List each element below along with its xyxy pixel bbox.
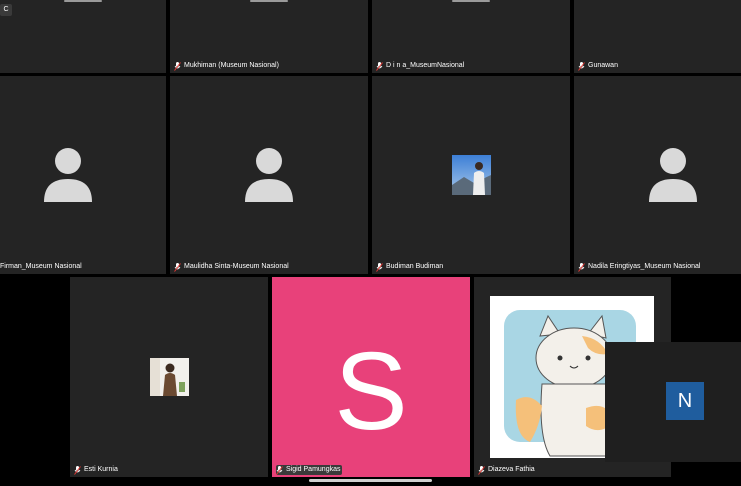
participant-tile[interactable]: Maulidha Sinta-Museum Nasional [170, 76, 368, 274]
participant-tile[interactable]: D i n a_MuseumNasional [372, 0, 570, 73]
mic-muted-icon [376, 262, 383, 272]
participant-name-label: Diazeva Fathia [478, 465, 537, 475]
default-avatar-icon [649, 148, 697, 202]
participant-name-label: Firman_Museum Nasional [0, 262, 84, 272]
participant-tile[interactable]: C [0, 0, 166, 73]
participant-name: Sigid Pamungkas [286, 466, 341, 473]
default-avatar-icon [44, 148, 92, 202]
participant-name-label: Maulidha Sinta-Museum Nasional [174, 262, 291, 272]
default-avatar-icon [245, 148, 293, 202]
profile-photo [452, 155, 491, 195]
participant-tile[interactable]: Firman_Museum Nasional [0, 76, 166, 274]
participant-tile[interactable]: Gunawan [574, 0, 741, 73]
self-avatar-initial: N [677, 390, 693, 412]
participant-name-label: Gunawan [578, 61, 620, 71]
participant-name-label: Budiman Budiman [376, 262, 445, 272]
participant-name-label: Mukhiman (Museum Nasional) [174, 61, 281, 71]
participant-name: Esti Kurnia [84, 466, 118, 473]
participant-tile[interactable]: Nadila Eringtiyas_Museum Nasional [574, 76, 741, 274]
participant-name-label: D i n a_MuseumNasional [376, 61, 466, 71]
participant-tile[interactable]: S Sigid Pamungkas [272, 277, 470, 477]
participant-name: Gunawan [588, 62, 618, 69]
home-indicator[interactable] [309, 479, 432, 482]
participant-name: Mukhiman (Museum Nasional) [184, 62, 279, 69]
tile-handle [452, 0, 490, 2]
participant-tile[interactable]: Mukhiman (Museum Nasional) [170, 0, 368, 73]
participant-name: Budiman Budiman [386, 263, 444, 270]
mic-muted-icon [174, 61, 181, 71]
tile-handle [250, 0, 288, 2]
participant-name: Diazeva Fathia [488, 466, 535, 473]
participant-name: Maulidha Sinta-Museum Nasional [184, 263, 289, 270]
self-view-tile[interactable]: N [605, 342, 741, 462]
participant-name-label: Sigid Pamungkas [276, 465, 343, 475]
participant-tile[interactable]: Esti Kurnia [70, 277, 268, 477]
mic-muted-icon [74, 465, 81, 475]
participant-name: Firman_Museum Nasional [0, 263, 82, 270]
mic-muted-icon [376, 61, 383, 71]
profile-photo [150, 358, 189, 396]
participant-name-label: Esti Kurnia [74, 465, 120, 475]
mic-muted-icon [478, 465, 485, 475]
participant-name: D i n a_MuseumNasional [386, 62, 465, 69]
participant-tile[interactable]: Budiman Budiman [372, 76, 570, 274]
mic-muted-icon [174, 262, 181, 272]
tile-handle [64, 0, 102, 2]
mic-muted-icon [578, 61, 585, 71]
self-avatar: N [666, 382, 704, 420]
caption-badge[interactable]: C [0, 4, 12, 16]
mic-muted-icon [276, 465, 283, 475]
mic-muted-icon [578, 262, 585, 272]
avatar-initial: S [334, 330, 408, 453]
participant-name-label: Nadila Eringtiyas_Museum Nasional [578, 262, 702, 272]
participant-name: Nadila Eringtiyas_Museum Nasional [588, 263, 701, 270]
